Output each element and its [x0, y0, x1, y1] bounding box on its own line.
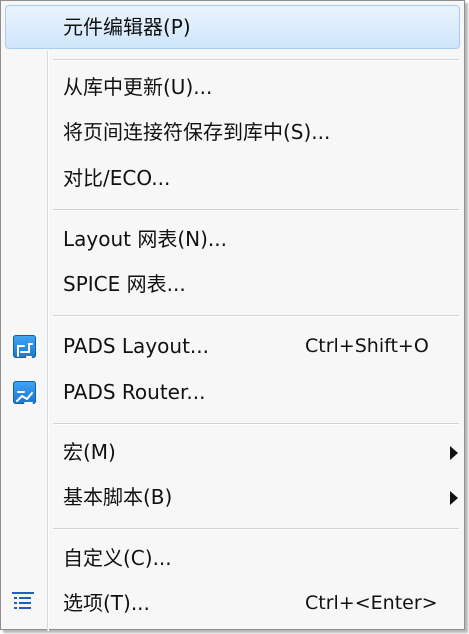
- menu-item-label: PADS Layout...: [63, 334, 209, 358]
- menu-item-label: 从库中更新(U)...: [63, 75, 213, 99]
- menu-item-basic-scripts[interactable]: 基本脚本(B): [5, 477, 460, 517]
- menu-item-label: 元件编辑器(P): [63, 15, 191, 39]
- menu-separator: [53, 315, 459, 317]
- menu-item-spice-netlist[interactable]: SPICE 网表...: [5, 264, 460, 304]
- submenu-arrow-icon: [450, 491, 458, 505]
- menu-separator: [53, 59, 459, 61]
- menu-item-pads-layout[interactable]: PADS Layout... Ctrl+Shift+O: [5, 326, 460, 366]
- menu-item-label: 将页间连接符保存到库中(S)...: [63, 120, 331, 144]
- context-menu: 元件编辑器(P) 从库中更新(U)... 将页间连接符保存到库中(S)... 对…: [0, 0, 465, 631]
- menu-item-part-editor[interactable]: 元件编辑器(P): [5, 5, 460, 49]
- menu-item-customize[interactable]: 自定义(C)...: [5, 538, 460, 578]
- menu-item-label: PADS Router...: [63, 380, 206, 404]
- menu-item-label: 选项(T)...: [63, 591, 150, 615]
- menu-separator: [53, 528, 459, 530]
- menu-item-label: SPICE 网表...: [63, 272, 186, 296]
- options-list-icon: [11, 591, 35, 613]
- menu-item-label: 基本脚本(B): [63, 485, 173, 509]
- menu-item-shortcut: Ctrl+Shift+O: [305, 335, 429, 357]
- menu-item-compare-eco[interactable]: 对比/ECO...: [5, 158, 460, 198]
- menu-item-update-from-library[interactable]: 从库中更新(U)...: [5, 67, 460, 107]
- pads-layout-icon: [13, 335, 36, 358]
- menu-item-options[interactable]: 选项(T)... Ctrl+<Enter>: [5, 583, 460, 623]
- menu-separator: [53, 209, 459, 211]
- submenu-arrow-icon: [450, 446, 458, 460]
- menu-item-label: Layout 网表(N)...: [63, 227, 227, 251]
- menu-item-shortcut: Ctrl+<Enter>: [305, 592, 438, 614]
- menu-separator: [53, 423, 459, 425]
- menu-item-label: 自定义(C)...: [63, 546, 172, 570]
- menu-item-save-offpage-connectors[interactable]: 将页间连接符保存到库中(S)...: [5, 112, 460, 152]
- menu-item-macros[interactable]: 宏(M): [5, 432, 460, 472]
- menu-item-label: 宏(M): [63, 440, 116, 464]
- pads-router-icon: [13, 381, 36, 404]
- menu-item-label: 对比/ECO...: [63, 166, 171, 190]
- menu-item-pads-router[interactable]: PADS Router...: [5, 372, 460, 412]
- menu-item-layout-netlist[interactable]: Layout 网表(N)...: [5, 219, 460, 259]
